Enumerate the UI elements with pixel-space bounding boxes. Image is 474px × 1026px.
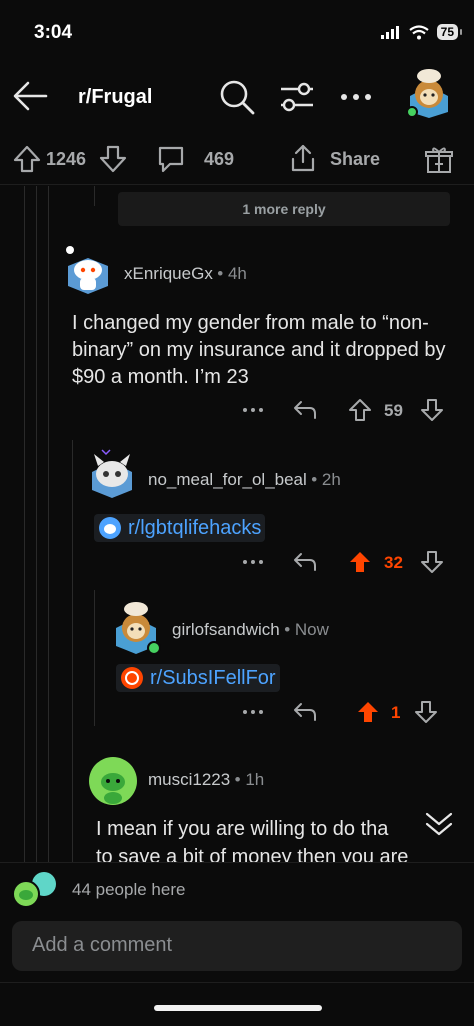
- downvote-icon[interactable]: [414, 700, 438, 724]
- downvote-icon[interactable]: [420, 398, 444, 422]
- reply-icon[interactable]: [292, 700, 318, 724]
- more-options-icon[interactable]: [242, 708, 264, 716]
- downvote-icon[interactable]: [98, 145, 128, 173]
- header-divider: [0, 184, 474, 185]
- more-replies-button[interactable]: 1 more reply: [118, 192, 450, 226]
- comment-body-clip: I mean if you are willing to do tha to s…: [0, 814, 474, 862]
- comment-body: I mean if you are willing to do tha: [96, 818, 389, 840]
- more-options-icon[interactable]: [242, 406, 264, 414]
- signal-icon: [380, 26, 399, 39]
- people-here-avatars-icon: [12, 872, 56, 908]
- reply-icon[interactable]: [292, 550, 318, 574]
- user-avatar-icon[interactable]: [404, 66, 454, 118]
- wifi-icon: [408, 24, 429, 39]
- thread-line: [24, 186, 25, 862]
- thread-line: [48, 186, 49, 862]
- thread-line: [36, 186, 37, 862]
- user-avatar-icon[interactable]: [88, 448, 136, 500]
- comment-time: • 4h: [217, 264, 247, 283]
- snoo-avatar-icon[interactable]: [64, 246, 112, 296]
- more-options-icon[interactable]: [340, 92, 372, 102]
- comment-username[interactable]: musci1223: [148, 770, 230, 789]
- subreddit-icon: [121, 667, 143, 689]
- reply-icon[interactable]: [292, 398, 318, 422]
- comment-count: 469: [204, 149, 235, 169]
- subreddit-link-text: r/SubsIFellFor: [150, 666, 276, 689]
- subreddit-link-text: r/lgbtqlifehacks: [128, 516, 262, 539]
- filter-sliders-icon[interactable]: [278, 80, 316, 114]
- thread-line: [94, 186, 95, 206]
- share-icon[interactable]: [288, 143, 318, 173]
- snoo-avatar-icon[interactable]: [88, 756, 138, 806]
- home-indicator[interactable]: [154, 1005, 322, 1011]
- share-label[interactable]: Share: [330, 149, 380, 170]
- subreddit-title[interactable]: r/Frugal: [78, 86, 152, 109]
- post-vote-count: 1246: [46, 149, 87, 169]
- subreddit-link[interactable]: r/SubsIFellFor: [116, 664, 280, 692]
- add-comment-input[interactable]: Add a comment: [12, 921, 462, 971]
- status-icons: 75: [380, 24, 463, 40]
- thread-line: [72, 440, 73, 862]
- comment-body: I changed my gender from male to “non-bi…: [72, 312, 446, 388]
- award-gift-icon[interactable]: [424, 145, 454, 175]
- upvote-icon[interactable]: [12, 145, 42, 173]
- post-action-bar: 1246 469 Share: [0, 143, 474, 175]
- footer-bottom-divider: [0, 982, 474, 983]
- comment-username[interactable]: xEnriqueGx: [124, 264, 213, 283]
- subreddit-icon: [99, 517, 121, 539]
- thread-line: [94, 590, 95, 726]
- comment-body: to save a bit of money then you are: [96, 846, 409, 862]
- upvote-active-icon[interactable]: [348, 550, 372, 574]
- comment-placeholder: Add a comment: [32, 934, 173, 956]
- subreddit-link[interactable]: r/lgbtqlifehacks: [94, 514, 266, 542]
- status-time: 3:04: [34, 22, 73, 43]
- chevron-down-icon[interactable]: [424, 810, 454, 838]
- comment-icon[interactable]: [156, 145, 186, 173]
- search-icon[interactable]: [218, 78, 256, 116]
- comment-vote-count: 59: [384, 401, 403, 420]
- more-options-icon[interactable]: [242, 558, 264, 566]
- upvote-icon[interactable]: [348, 398, 372, 422]
- people-here-count: 44 people here: [72, 880, 186, 899]
- comment-time: • 1h: [234, 770, 265, 789]
- comment-time: • Now: [284, 620, 329, 639]
- battery-indicator: 75: [436, 24, 463, 40]
- back-arrow-icon[interactable]: [12, 80, 48, 112]
- footer-divider: [0, 862, 474, 863]
- comment-username[interactable]: no_meal_for_ol_beal: [148, 470, 307, 489]
- upvote-active-icon[interactable]: [356, 700, 380, 724]
- comment-vote-count: 32: [384, 553, 403, 572]
- downvote-icon[interactable]: [420, 550, 444, 574]
- comment-username[interactable]: girlofsandwich: [172, 620, 280, 639]
- user-avatar-icon[interactable]: [112, 598, 162, 656]
- comment-time: • 2h: [311, 470, 341, 489]
- comment-vote-count: 1: [391, 703, 401, 722]
